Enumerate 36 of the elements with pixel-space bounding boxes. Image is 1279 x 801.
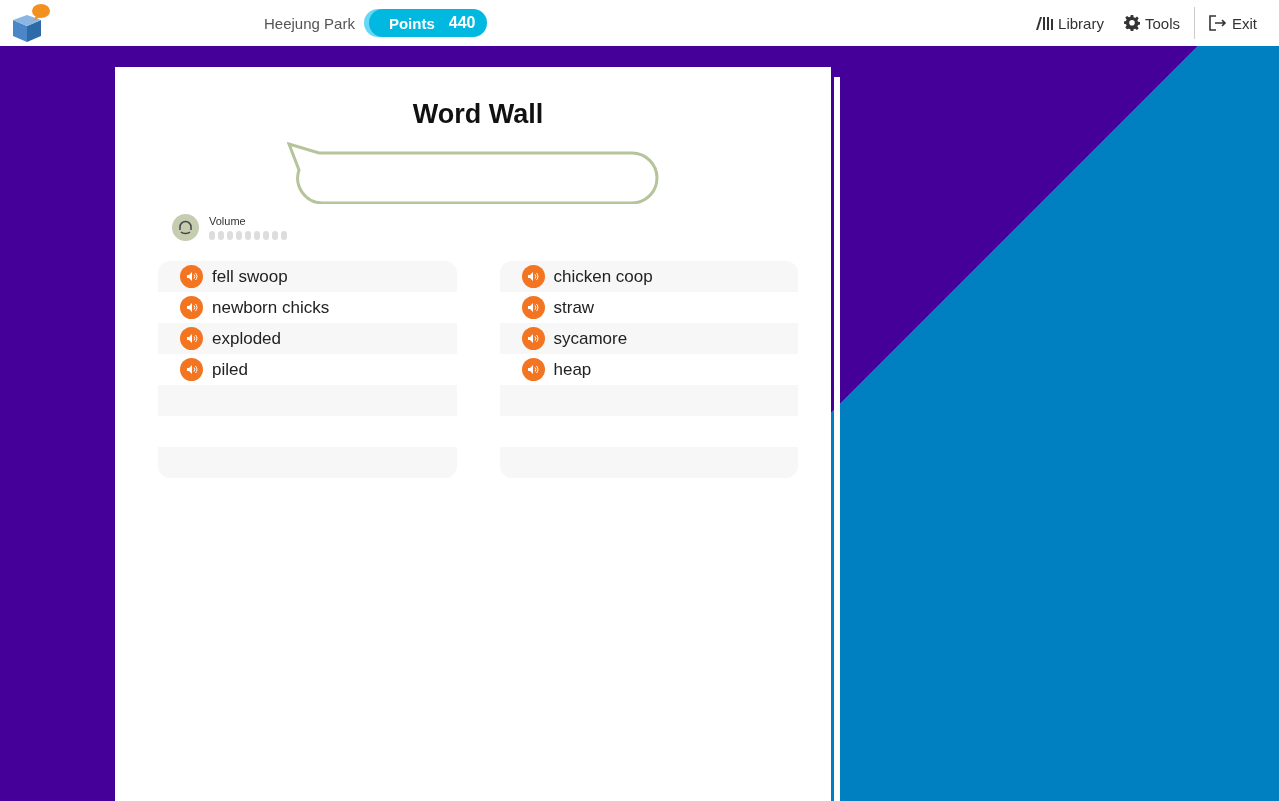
exit-link[interactable]: Exit xyxy=(1199,14,1267,32)
speaker-button[interactable] xyxy=(521,327,545,350)
tools-link[interactable]: Tools xyxy=(1113,14,1190,32)
speaker-icon xyxy=(527,302,539,313)
word-text: newborn chicks xyxy=(212,297,330,318)
exit-icon xyxy=(1209,15,1227,31)
speaker-button[interactable] xyxy=(521,296,545,319)
volume-label: Volume xyxy=(209,215,247,227)
library-icon xyxy=(1035,16,1054,30)
word-text: sycamore xyxy=(553,328,628,349)
speaker-icon xyxy=(185,364,198,375)
speaker-button[interactable] xyxy=(521,265,545,288)
word-text: straw xyxy=(553,297,595,318)
speaker-button[interactable] xyxy=(180,327,203,350)
settings-icon xyxy=(1123,15,1140,31)
speaker-icon xyxy=(527,271,539,282)
speaker-icon xyxy=(527,364,539,375)
word-text: exploded xyxy=(212,328,281,349)
speaker-button[interactable] xyxy=(521,358,545,381)
word-text: fell swoop xyxy=(212,266,288,287)
app-logo xyxy=(12,2,52,44)
speaker-button[interactable] xyxy=(180,265,203,288)
speaker-icon xyxy=(185,302,198,313)
library-link[interactable]: Library xyxy=(1025,14,1114,32)
word-text: chicken coop xyxy=(553,266,653,287)
speaker-button[interactable] xyxy=(180,296,203,319)
speaker-icon xyxy=(527,333,539,344)
points-badge: Points 440 xyxy=(368,9,488,37)
headset-avatar-icon xyxy=(172,214,199,241)
word-text: piled xyxy=(212,359,248,380)
activity-title: Word Wall xyxy=(411,99,545,130)
speaker-button[interactable] xyxy=(180,358,203,381)
user-name: Heejung Park xyxy=(264,14,355,32)
word-text: heap xyxy=(553,359,592,380)
speaker-icon xyxy=(185,333,198,344)
speaker-icon xyxy=(185,271,198,282)
